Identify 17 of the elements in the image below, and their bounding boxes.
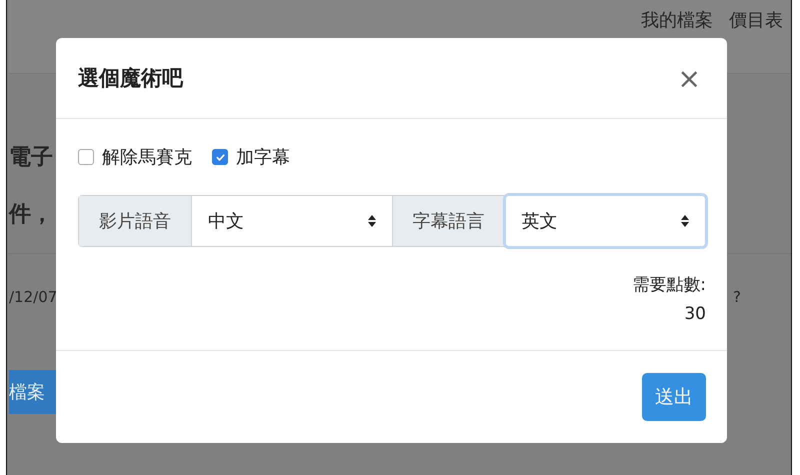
checkbox-label: 加字幕: [236, 146, 290, 169]
submit-button[interactable]: 送出: [642, 373, 706, 421]
checkbox-label: 解除馬賽克: [102, 146, 192, 169]
points-value: 30: [684, 304, 706, 324]
points-label: 需要點數:: [632, 274, 706, 296]
question-text: ?: [733, 288, 741, 306]
close-button[interactable]: ×: [674, 62, 705, 94]
heading-text: 件，: [9, 200, 53, 229]
file-button[interactable]: 檔案: [9, 370, 59, 414]
checkbox[interactable]: [78, 149, 94, 165]
nav-link[interactable]: 價目表: [729, 8, 783, 32]
heading-text: 電子: [9, 144, 53, 172]
dialog-title: 選個魔術吧: [78, 65, 183, 92]
check-icon: [214, 152, 226, 162]
date-text: /12/07: [9, 288, 58, 306]
checkbox[interactable]: [212, 149, 228, 165]
nav-link[interactable]: 我的檔案: [641, 8, 713, 32]
